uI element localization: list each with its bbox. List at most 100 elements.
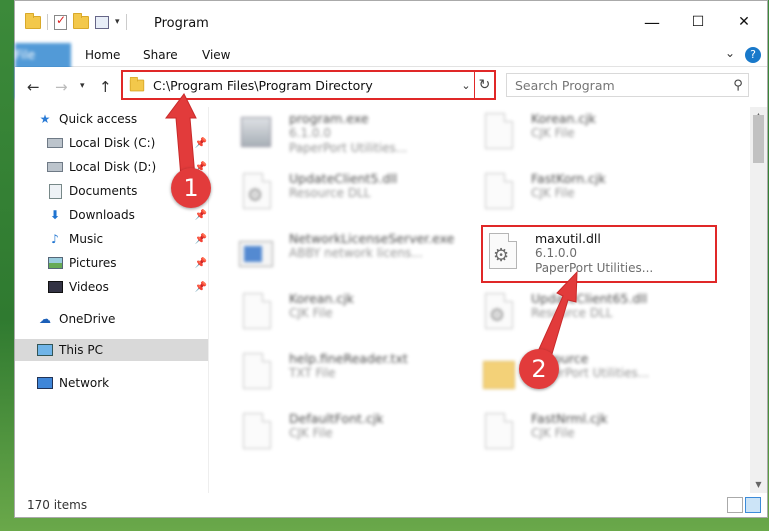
file-item[interactable]: program.exe 6.1.0.0 PaperPort Utilities.… xyxy=(239,109,469,165)
file-detail: Resource DLL xyxy=(531,306,613,320)
pictures-icon xyxy=(47,257,63,269)
navigation-bar: ← → ▾ ↑ C:\Program Files\Program Directo… xyxy=(15,67,767,107)
item-count: 170 items xyxy=(27,498,88,512)
tiles-view-icon[interactable] xyxy=(745,497,761,513)
file-item[interactable]: NetworkLicenseServer.exe ABBY network li… xyxy=(239,229,469,285)
address-path[interactable]: C:\Program Files\Program Directory xyxy=(153,78,458,93)
documents-icon xyxy=(48,183,62,199)
properties-check-icon[interactable] xyxy=(54,13,67,30)
file-name: maxutil.dll xyxy=(535,231,601,246)
pin-icon[interactable]: 📌 xyxy=(195,258,207,269)
sidebar-item-label: Documents xyxy=(69,184,138,198)
document-icon xyxy=(243,413,271,449)
file-item[interactable]: FastNrml.cjk CJK File xyxy=(481,409,711,465)
file-name: UpdateClient5.dll xyxy=(289,171,398,186)
computer-icon xyxy=(37,344,53,356)
file-detail: CJK File xyxy=(531,126,575,140)
file-detail: TXT File xyxy=(289,366,336,380)
pin-icon[interactable]: 📌 xyxy=(195,210,207,221)
file-item-maxutil-dll[interactable]: ⚙ maxutil.dll 6.1.0.0 PaperPort Utilitie… xyxy=(485,229,715,285)
new-folder-icon[interactable] xyxy=(73,12,89,29)
view-toggle xyxy=(727,497,761,513)
help-button[interactable]: ? xyxy=(745,47,761,63)
sidebar-item-pictures[interactable]: Pictures 📌 xyxy=(47,252,207,274)
address-bar[interactable]: C:\Program Files\Program Directory ⌄ ↻ xyxy=(121,70,496,100)
file-name: UpdateClient65.dll xyxy=(531,291,648,306)
document-icon xyxy=(485,173,513,209)
file-item[interactable]: ⚙ UpdateClient5.dll Resource DLL xyxy=(239,169,469,225)
maximize-button[interactable]: ☐ xyxy=(675,1,721,43)
file-name: help.fineReader.txt xyxy=(289,351,408,366)
gear-icon: ⚙ xyxy=(493,245,510,266)
file-item[interactable]: Resource PaperPort Utilities... xyxy=(481,349,711,405)
search-icon[interactable]: ⚲ xyxy=(728,78,748,93)
tab-home[interactable]: Home xyxy=(85,43,120,67)
ribbon-expand-icon[interactable]: ⌄ xyxy=(725,46,735,60)
address-dropdown-chevron-icon[interactable]: ⌄ xyxy=(458,79,474,92)
properties-icon[interactable] xyxy=(95,15,109,29)
sidebar-item-network[interactable]: Network xyxy=(37,372,109,394)
videos-icon xyxy=(47,281,63,293)
folder-icon xyxy=(483,361,515,389)
sidebar-item-label: OneDrive xyxy=(59,312,116,326)
step-badge-1: 1 xyxy=(171,168,211,208)
network-exe-icon xyxy=(239,241,273,267)
sidebar-item-label: Videos xyxy=(69,280,109,294)
search-input[interactable] xyxy=(507,77,728,93)
star-icon: ★ xyxy=(39,112,51,126)
scroll-down-icon[interactable]: ▼ xyxy=(750,476,767,493)
vertical-scrollbar[interactable]: ▲ ▼ xyxy=(750,107,767,493)
pin-icon[interactable]: 📌 xyxy=(195,234,207,245)
sidebar-item-this-pc[interactable]: This PC xyxy=(15,339,208,361)
file-item[interactable]: ⚙ UpdateClient65.dll Resource DLL xyxy=(481,289,711,345)
file-name: FastKorn.cjk xyxy=(531,171,606,186)
sidebar-item-label: Quick access xyxy=(59,112,138,126)
back-arrow-icon[interactable]: ← xyxy=(27,78,40,96)
sidebar-item-local-disk-c[interactable]: Local Disk (C:) 📌 xyxy=(47,132,207,154)
refresh-icon[interactable]: ↻ xyxy=(474,72,494,98)
sidebar-item-label: Music xyxy=(69,232,104,246)
tab-share[interactable]: Share xyxy=(143,43,178,67)
gear-icon: ⚙ xyxy=(489,305,506,326)
network-icon xyxy=(37,377,53,389)
details-view-icon[interactable] xyxy=(727,497,743,513)
file-detail: PaperPort Utilities... xyxy=(289,141,408,155)
sidebar-item-label: This PC xyxy=(59,343,103,357)
sidebar-item-music[interactable]: ♪ Music 📌 xyxy=(47,228,207,250)
gear-icon: ⚙ xyxy=(247,185,264,206)
sidebar-item-quick-access[interactable]: ★ Quick access xyxy=(37,108,138,130)
window-title: Program xyxy=(154,16,209,31)
scroll-thumb[interactable] xyxy=(753,115,764,163)
file-detail: CJK File xyxy=(289,426,333,440)
file-name: Korean.cjk xyxy=(289,291,354,306)
up-arrow-icon[interactable]: ↑ xyxy=(99,78,112,96)
download-icon: ⬇ xyxy=(49,208,61,222)
file-item[interactable]: help.fineReader.txt TXT File xyxy=(239,349,469,405)
recent-locations-chevron-icon[interactable]: ▾ xyxy=(80,81,85,91)
file-item[interactable]: DefaultFont.cjk CJK File xyxy=(239,409,469,465)
file-detail: CJK File xyxy=(531,186,575,200)
file-detail: Resource DLL xyxy=(289,186,371,200)
sidebar-item-onedrive[interactable]: ☁ OneDrive xyxy=(37,308,115,330)
sidebar-item-videos[interactable]: Videos 📌 xyxy=(47,276,207,298)
file-item[interactable]: Korean.cjk CJK File xyxy=(239,289,469,345)
chevron-down-icon[interactable]: ▾ xyxy=(115,17,120,27)
title-bar: ▾ Program — ☐ ✕ xyxy=(15,1,767,43)
minimize-button[interactable]: — xyxy=(629,1,675,43)
disk-icon xyxy=(47,162,63,172)
file-detail: CJK File xyxy=(531,426,575,440)
cloud-icon: ☁ xyxy=(39,312,51,326)
pin-icon[interactable]: 📌 xyxy=(195,138,207,149)
folder-icon xyxy=(25,12,41,29)
forward-arrow-icon[interactable]: → xyxy=(55,78,68,96)
sidebar-item-downloads[interactable]: ⬇ Downloads 📌 xyxy=(47,204,207,226)
close-button[interactable]: ✕ xyxy=(721,1,767,43)
tab-view[interactable]: View xyxy=(202,43,230,67)
search-box[interactable]: ⚲ xyxy=(506,73,749,97)
file-item[interactable]: Korean.cjk CJK File xyxy=(481,109,711,165)
file-item[interactable]: FastKorn.cjk CJK File xyxy=(481,169,711,225)
pin-icon[interactable]: 📌 xyxy=(195,282,207,293)
file-detail: ABBY network licens... xyxy=(289,246,423,260)
file-detail: 6.1.0.0 xyxy=(535,246,577,260)
content-area: ★ Quick access Local Disk (C:) 📌 Local D… xyxy=(15,107,767,493)
